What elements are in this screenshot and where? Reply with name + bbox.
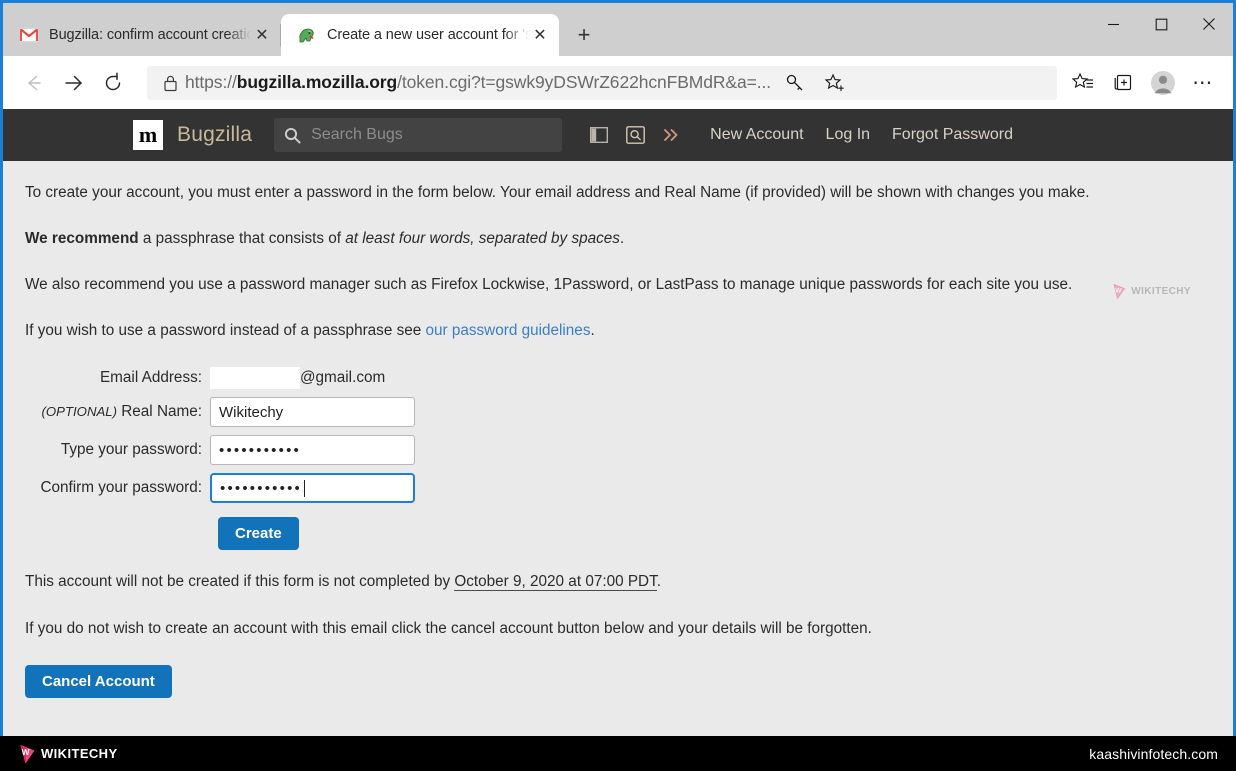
header-icon-group	[586, 123, 684, 147]
lock-icon	[155, 74, 185, 92]
expiry-paragraph: This account will not be created if this…	[25, 572, 1203, 591]
back-icon[interactable]	[13, 63, 53, 103]
realname-input-value: Wikitechy	[219, 404, 283, 421]
nav-link-new-account[interactable]: New Account	[710, 126, 803, 144]
email-domain: @gmail.com	[300, 369, 385, 387]
recommend-paragraph: We recommend a passphrase that consists …	[25, 229, 1203, 248]
url-bar-input[interactable]: https://bugzilla.mozilla.org/token.cgi?t…	[147, 66, 1057, 100]
cancel-button-wrapper: Cancel Account	[25, 665, 1203, 698]
key-icon[interactable]	[775, 63, 815, 103]
site-nav: New Account Log In Forgot Password	[710, 126, 1013, 144]
url-text: https://bugzilla.mozilla.org/token.cgi?t…	[185, 72, 771, 93]
search-placeholder: Search Bugs	[311, 126, 403, 144]
confirm-password-input-value: •••••••••••	[220, 480, 302, 497]
password-manager-paragraph: We also recommend you use a password man…	[25, 275, 1203, 294]
tab-close-icon[interactable]: ✕	[251, 24, 273, 46]
email-label: Email Address:	[25, 369, 210, 387]
browser-tab-2[interactable]: Create a new user account for 'sr ✕	[281, 14, 559, 56]
email-value: @gmail.com	[210, 367, 385, 389]
browser-window: Bugzilla: confirm account creatio ✕ Crea…	[0, 0, 1236, 736]
url-scheme: https://	[185, 72, 237, 92]
recommend-bold: We recommend	[25, 230, 139, 247]
address-bar: https://bugzilla.mozilla.org/token.cgi?t…	[3, 56, 1233, 109]
add-favorite-star-icon[interactable]	[815, 63, 855, 103]
page-viewport: m Bugzilla Search Bugs N	[3, 109, 1233, 736]
create-button-wrapper: Create	[218, 517, 1203, 550]
guidelines-suffix: .	[590, 322, 594, 339]
create-account-form: Email Address: @gmail.com (OPTIONAL) Rea…	[25, 367, 1203, 550]
email-local-redacted	[210, 367, 300, 389]
confirm-password-input[interactable]: •••••••••••	[210, 473, 415, 503]
profile-avatar-icon[interactable]	[1143, 63, 1183, 103]
collections-icon[interactable]	[1103, 63, 1143, 103]
confirm-password-label: Confirm your password:	[25, 479, 210, 497]
tab-strip: Bugzilla: confirm account creatio ✕ Crea…	[3, 3, 1233, 56]
expiry-date[interactable]: October 9, 2020 at 07:00 PDT	[454, 573, 656, 591]
minimize-button[interactable]	[1089, 3, 1137, 45]
cancel-account-button[interactable]: Cancel Account	[25, 665, 172, 698]
form-row-realname: (OPTIONAL) Real Name: Wikitechy	[25, 397, 1203, 427]
nav-link-forgot-password[interactable]: Forgot Password	[892, 126, 1013, 144]
nav-link-log-in[interactable]: Log In	[826, 126, 870, 144]
form-row-confirm-password: Confirm your password: •••••••••••	[25, 473, 1203, 503]
search-icon	[284, 127, 301, 144]
browser-tab-1[interactable]: Bugzilla: confirm account creatio ✕	[3, 14, 281, 56]
expiry-suffix: .	[657, 573, 661, 590]
forward-icon[interactable]	[53, 63, 93, 103]
mozilla-logo-icon[interactable]: m	[133, 120, 163, 150]
recommend-italic: at least four words, separated by spaces	[345, 230, 620, 247]
create-button[interactable]: Create	[218, 517, 299, 550]
form-row-email: Email Address: @gmail.com	[25, 367, 1203, 389]
password-input-value: •••••••••••	[219, 442, 301, 459]
bugzilla-dino-icon	[297, 26, 316, 45]
gmail-icon	[19, 26, 38, 45]
realname-input[interactable]: Wikitechy	[210, 397, 415, 427]
text-caret	[304, 480, 305, 497]
tab-close-icon[interactable]: ✕	[529, 24, 551, 46]
realname-label-text: Real Name:	[117, 403, 202, 420]
maximize-button[interactable]	[1137, 3, 1185, 45]
password-guidelines-link[interactable]: our password guidelines	[426, 322, 591, 339]
footer-brand-bar: W WIKITECHY kaashivinfotech.com	[0, 736, 1236, 771]
url-inline-actions	[775, 63, 855, 103]
footer-brand: W WIKITECHY	[18, 743, 118, 765]
cancel-note-paragraph: If you do not wish to create an account …	[25, 619, 1203, 638]
site-brand[interactable]: Bugzilla	[177, 123, 252, 147]
form-row-password: Type your password: •••••••••••	[25, 435, 1203, 465]
wikitechy-logo-icon: W	[18, 743, 37, 765]
footer-brand-label: WIKITECHY	[41, 746, 118, 761]
new-tab-button[interactable]: +	[565, 16, 603, 54]
realname-optional-tag: (OPTIONAL)	[42, 404, 117, 419]
close-button[interactable]	[1185, 3, 1233, 45]
url-path: /token.cgi?t=gswk9yDSWrZ622hcnFBMdR&a=..…	[397, 72, 771, 92]
recommend-rest-1: a passphrase that consists of	[139, 230, 346, 247]
tab-title: Create a new user account for 'sr	[327, 27, 529, 43]
password-input[interactable]: •••••••••••	[210, 435, 415, 465]
main-content: W WIKITECHY To create your account, you …	[3, 161, 1233, 698]
tab-title: Bugzilla: confirm account creatio	[49, 27, 251, 43]
url-host: bugzilla.mozilla.org	[237, 72, 397, 92]
expand-more-icon[interactable]	[658, 123, 684, 147]
site-header: m Bugzilla Search Bugs N	[3, 109, 1233, 161]
refresh-icon[interactable]	[93, 63, 133, 103]
window-controls	[1089, 3, 1233, 45]
favorites-list-icon[interactable]	[1063, 63, 1103, 103]
realname-label: (OPTIONAL) Real Name:	[25, 403, 210, 421]
expiry-prefix: This account will not be created if this…	[25, 573, 454, 590]
footer-site-label: kaashivinfotech.com	[1089, 746, 1218, 762]
guidelines-paragraph: If you wish to use a password instead of…	[25, 321, 1203, 340]
search-input[interactable]: Search Bugs	[274, 118, 562, 152]
quick-search-icon[interactable]	[622, 123, 648, 147]
password-label: Type your password:	[25, 441, 210, 459]
intro-paragraph: To create your account, you must enter a…	[25, 183, 1203, 202]
guidelines-prefix: If you wish to use a password instead of…	[25, 322, 426, 339]
sidebar-toggle-icon[interactable]	[586, 123, 612, 147]
browser-more-menu-button[interactable]: ⋯	[1183, 63, 1223, 103]
recommend-rest-2: .	[620, 230, 624, 247]
svg-text:W: W	[22, 747, 30, 757]
